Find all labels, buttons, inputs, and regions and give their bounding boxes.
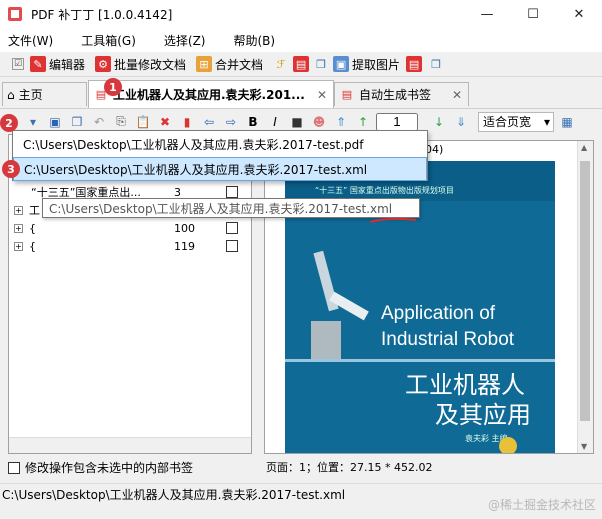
chevron-down-icon: ▾ [543,114,550,129]
watermark: @稀土掘金技术社区 [487,498,596,512]
robot-arm-graphic [301,250,371,361]
image-icon: ▣ [333,56,350,72]
expand-icon[interactable]: + [14,241,23,251]
page-viewer[interactable]: 04) “十三五” 国家重点出版物出版规划项目 Application of I… [264,140,594,454]
menu-bar: 文件(W) 工具箱(G) 选择(Z) 帮助(B) [0,28,602,52]
batch-edit-button[interactable]: ⚙ 批量修改文档 [95,56,186,73]
status-path: C:\Users\Desktop\工业机器人及其应用.袁夫彩.2017-test… [2,488,346,502]
delete-icon[interactable]: ✖ [156,113,174,131]
close-tab-icon[interactable]: ✕ [452,88,462,102]
italic-icon[interactable]: I [266,113,284,131]
undo-icon[interactable]: ↶ [90,113,108,131]
row-checkbox[interactable] [226,186,238,198]
tab-document[interactable]: ▤ 工业机器人及其应用.袁夫彩.201... ✕ [88,80,334,108]
prev-page-icon[interactable]: ↑ [354,113,372,131]
include-inner-bookmarks-checkbox[interactable]: 修改操作包含未选中的内部书签 [8,459,193,476]
bookmark-tree[interactable]: “十三五”国家重点出... 3 + 工 + { 100 + { 119 [8,134,252,454]
red-underline-annotation [369,217,417,223]
expand-icon[interactable]: + [14,205,23,215]
save-as-icon[interactable]: ❐ [68,113,86,131]
first-page-icon[interactable]: ⇑ [332,113,350,131]
bookmark-tool-icon[interactable]: ▮ [178,113,196,131]
tree-row[interactable]: + { 119 [9,237,251,255]
document-icon[interactable]: ❐ [313,56,329,72]
tab-home[interactable]: ⌂ 主页 [2,82,87,106]
main-toolbar: ☑ ✎ 编辑器 ⚙ 批量修改文档 ⊞ 合并文档 ℱ ▤ ❐ ▣ 提取图片 ▤ ❐ [0,52,602,77]
menu-file[interactable]: 文件(W) [0,32,61,49]
row-checkbox[interactable] [226,240,238,252]
open-dropdown-icon[interactable]: ▾ [24,113,42,131]
batch-edit-icon: ⚙ [95,56,112,72]
color-icon[interactable]: ■ [288,113,306,131]
expand-icon[interactable]: + [14,223,23,233]
step-badge: 3 [2,160,20,178]
scroll-thumb[interactable] [580,161,590,421]
step-badge: 2 [0,114,18,132]
editor-button[interactable]: ✎ 编辑器 [30,56,85,73]
close-button[interactable]: ✕ [556,0,602,28]
user-icon[interactable]: ☻ [310,113,328,131]
scroll-down-icon[interactable]: ▼ [581,442,587,451]
pdf-tool-icon[interactable]: ▤ [293,56,310,72]
row-checkbox[interactable] [226,222,238,234]
next-page-icon[interactable]: ↓ [430,113,448,131]
step-badge: 1 [104,78,122,96]
position-label: 页面：1；位置：27.15 * 452.02 [266,461,433,474]
menu-help[interactable]: 帮助(B) [226,32,284,49]
menu-select[interactable]: 选择(Z) [156,32,214,49]
tab-auto-bookmarks[interactable]: ▤ 自动生成书签 ✕ [334,82,469,106]
extract-images-button[interactable]: ▣ 提取图片 [333,56,400,73]
checkbox-box[interactable] [8,461,20,474]
vertical-scrollbar[interactable]: ▲ ▼ [577,141,593,453]
save-icon[interactable]: ▣ [46,113,64,131]
minimize-button[interactable]: — [464,0,510,28]
pdf-editor-icon: ✎ [30,56,46,72]
merge-icon: ⊞ [196,56,213,72]
scroll-up-icon[interactable]: ▲ [581,143,587,152]
window-title: PDF 补丁丁 [1.0.0.4142] [31,7,173,22]
zoom-select[interactable]: 适合页宽 ▾ [478,111,554,132]
paste-icon[interactable]: 📋 [134,113,152,131]
menu-tools[interactable]: 工具箱(G) [73,32,144,49]
bold-icon[interactable]: B [244,113,262,131]
tab-strip: ⌂ 主页 ▤ 工业机器人及其应用.袁夫彩.201... ✕ ▤ 自动生成书签 ✕ [0,80,602,108]
publisher-logo [499,437,517,453]
close-tab-icon[interactable]: ✕ [317,88,327,102]
move-left-icon[interactable]: ⇦ [200,113,218,131]
font-tool-icon[interactable]: ℱ [273,56,289,72]
recent-file-item[interactable]: C:\Users\Desktop\工业机器人及其应用.袁夫彩.2017-test… [13,132,427,156]
bookmark-icon: ▤ [341,88,353,101]
pdf-convert-icon[interactable]: ▤ [406,56,423,72]
page-number-input[interactable] [376,112,418,131]
title-bar: PDF 补丁丁 [1.0.0.4142] — ☐ ✕ [0,0,602,28]
horizontal-scrollbar[interactable] [9,437,251,453]
tree-row[interactable]: + { 100 [9,219,251,237]
copy-icon[interactable]: ⎘ [112,113,130,131]
path-tooltip: C:\Users\Desktop\工业机器人及其应用.袁夫彩.2017-test… [42,198,420,218]
maximize-button[interactable]: ☐ [510,0,556,28]
app-logo-icon [7,6,23,22]
toolbar-checkbox[interactable]: ☑ [12,58,24,70]
doc-info-icon[interactable]: ❐ [428,56,444,72]
recent-file-item[interactable]: C:\Users\Desktop\工业机器人及其应用.袁夫彩.2017-test… [13,157,427,181]
recent-files-dropdown: C:\Users\Desktop\工业机器人及其应用.袁夫彩.2017-test… [12,130,428,181]
home-icon: ⌂ [7,87,15,102]
page-settings-icon[interactable]: ▦ [558,113,576,131]
merge-button[interactable]: ⊞ 合并文档 [196,56,263,73]
move-right-icon[interactable]: ⇨ [222,113,240,131]
last-page-icon[interactable]: ⇓ [452,113,470,131]
